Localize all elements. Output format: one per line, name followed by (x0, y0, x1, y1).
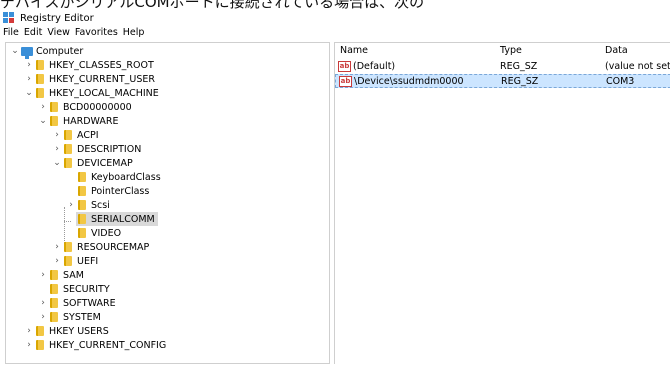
chevron-right-icon[interactable]: › (38, 310, 48, 324)
menu-edit[interactable]: Edit (21, 27, 44, 41)
chevron-right-icon[interactable]: › (38, 268, 48, 282)
chevron-right-icon[interactable]: › (24, 338, 34, 352)
value-row[interactable]: ab (Default) REG_SZ (value not set) (335, 60, 670, 74)
chevron-right-icon[interactable]: › (52, 254, 62, 268)
tree-guide (64, 221, 71, 222)
folder-icon (50, 270, 58, 280)
value-row-selected[interactable]: ab \Device\ssudmdm0000 REG_SZ COM3 (335, 74, 670, 88)
folder-icon (50, 116, 58, 126)
chevron-down-icon[interactable]: ⌄ (24, 86, 34, 100)
folder-icon (36, 340, 44, 350)
tree-node-security[interactable]: SECURITY (48, 282, 110, 296)
folder-icon (64, 256, 72, 266)
chevron-right-icon[interactable]: › (66, 198, 76, 212)
tree-node-scsi[interactable]: › Scsi (66, 198, 110, 212)
folder-icon (50, 284, 58, 294)
folder-icon (50, 102, 58, 112)
tree-node-hkcr[interactable]: › HKEY_CLASSES_ROOT (24, 58, 154, 72)
tree-node-hkcc[interactable]: › HKEY_CURRENT_CONFIG (24, 338, 166, 352)
folder-icon (78, 228, 86, 238)
folder-icon (78, 172, 86, 182)
folder-icon (78, 214, 86, 224)
folder-icon (64, 158, 72, 168)
folder-icon (64, 144, 72, 154)
menu-file[interactable]: File (0, 27, 21, 41)
tree-node-devicemap[interactable]: ⌄ DEVICEMAP (52, 156, 132, 170)
chevron-down-icon[interactable]: ⌄ (38, 114, 48, 128)
tree-node-pointerclass[interactable]: PointerClass (66, 184, 149, 198)
folder-icon (50, 312, 58, 322)
folder-icon (50, 298, 58, 308)
string-value-icon: ab (338, 61, 351, 72)
chevron-right-icon[interactable]: › (52, 142, 62, 156)
chevron-right-icon[interactable]: › (38, 100, 48, 114)
chevron-right-icon[interactable]: › (24, 72, 34, 86)
menu-favorites[interactable]: Favorites (72, 27, 120, 41)
window-title: Registry Editor (20, 12, 94, 24)
tree-node-hku[interactable]: › HKEY USERS (24, 324, 109, 338)
page-caption: デバイスがシリアルCOMポートに接続されている場合は、次の (0, 0, 425, 10)
chevron-down-icon[interactable]: ⌄ (10, 44, 20, 58)
computer-icon (21, 46, 33, 59)
tree-node-system[interactable]: › SYSTEM (38, 310, 101, 324)
folder-icon (64, 130, 72, 140)
registry-editor-icon (3, 12, 15, 24)
chevron-down-icon[interactable]: ⌄ (52, 156, 62, 170)
chevron-right-icon[interactable]: › (52, 240, 62, 254)
tree-node-sam[interactable]: › SAM (38, 268, 84, 282)
tree-guide (64, 207, 65, 243)
tree-node-uefi[interactable]: › UEFI (52, 254, 98, 268)
menu-view[interactable]: View (44, 27, 72, 41)
tree-node-hkcu[interactable]: › HKEY_CURRENT_USER (24, 72, 155, 86)
tree-node-computer[interactable]: ⌄ Computer (10, 44, 83, 59)
tree-node-description[interactable]: › DESCRIPTION (52, 142, 141, 156)
folder-icon (64, 242, 72, 252)
folder-icon (78, 186, 86, 196)
folder-icon (36, 326, 44, 336)
chevron-right-icon[interactable]: › (24, 324, 34, 338)
folder-icon (36, 60, 44, 70)
tree-node-acpi[interactable]: › ACPI (52, 128, 98, 142)
tree-node-serialcomm[interactable]: SERIALCOMM (76, 212, 158, 226)
column-header-data[interactable]: Data (605, 43, 628, 59)
chevron-right-icon[interactable]: › (52, 128, 62, 142)
values-list-pane[interactable]: Name Type Data ab (Default) REG_SZ (value… (334, 42, 670, 364)
column-header-type[interactable]: Type (500, 43, 522, 59)
tree-node-hklm[interactable]: ⌄ HKEY_LOCAL_MACHINE (24, 86, 159, 100)
folder-icon (36, 88, 44, 98)
folder-icon (78, 200, 86, 210)
tree-node-software[interactable]: › SOFTWARE (38, 296, 115, 310)
registry-tree-pane[interactable]: ⌄ Computer › HKEY_CLASSES_ROOT › HKEY_CU… (5, 42, 330, 364)
tree-node-resourcemap[interactable]: › RESOURCEMAP (52, 240, 149, 254)
string-value-icon: ab (339, 76, 352, 87)
chevron-right-icon[interactable]: › (38, 296, 48, 310)
folder-icon (36, 74, 44, 84)
tree-node-bcd[interactable]: › BCD00000000 (38, 100, 131, 114)
menu-bar: File Edit View Favorites Help (0, 27, 670, 41)
title-bar: Registry Editor (0, 10, 670, 26)
chevron-right-icon[interactable]: › (24, 58, 34, 72)
column-header-name[interactable]: Name (340, 43, 368, 59)
tree-node-video[interactable]: VIDEO (76, 226, 121, 240)
tree-node-keyboardclass[interactable]: KeyboardClass (66, 170, 161, 184)
tree-node-hardware[interactable]: ⌄ HARDWARE (38, 114, 118, 128)
menu-help[interactable]: Help (120, 27, 147, 41)
